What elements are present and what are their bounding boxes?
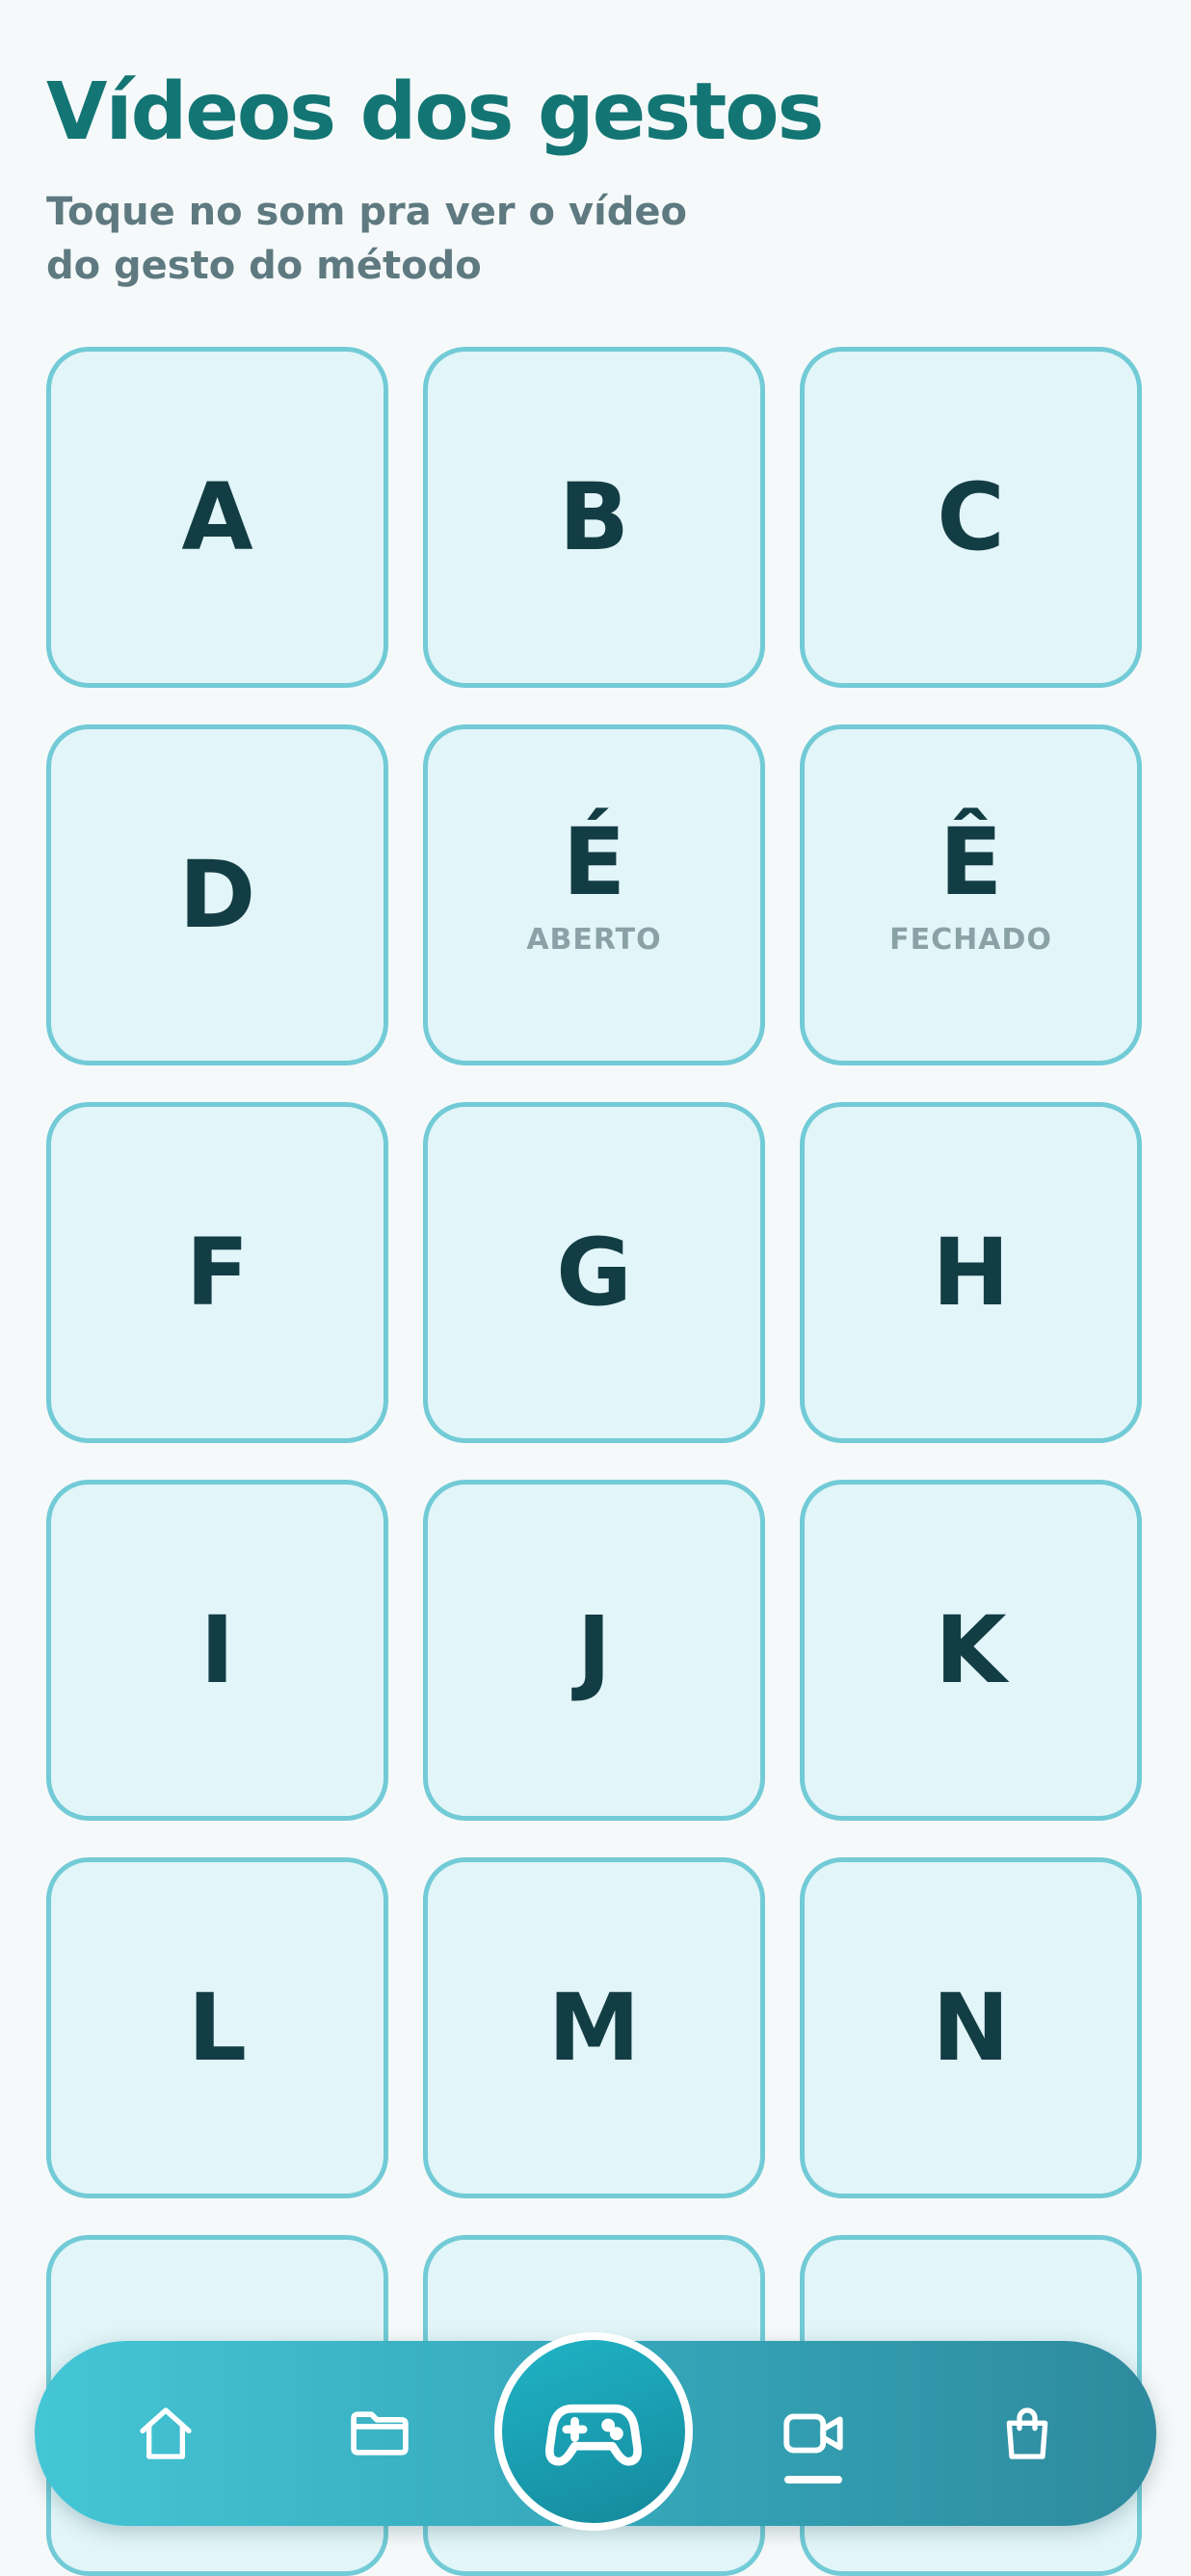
gesture-grid: A B C D É ABERTO Ê FECHADO F G H I J K L…: [46, 347, 1142, 2576]
tile-letter: G: [556, 1219, 632, 1327]
gesture-tile-10[interactable]: J: [423, 1480, 765, 1821]
nav-shop-button[interactable]: [996, 2403, 1058, 2464]
active-tab-indicator: [784, 2476, 842, 2484]
gesture-tile-8[interactable]: H: [800, 1102, 1142, 1443]
gesture-tile-9[interactable]: I: [46, 1480, 388, 1821]
gesture-tile-4[interactable]: É ABERTO: [423, 724, 765, 1065]
gesture-tile-0[interactable]: A: [46, 347, 388, 688]
tile-letter: L: [187, 1974, 248, 2082]
tile-letter: M: [547, 1974, 641, 2082]
gesture-tile-2[interactable]: C: [800, 347, 1142, 688]
tile-sublabel: FECHADO: [889, 923, 1052, 957]
page-title: Vídeos dos gestos: [46, 66, 824, 158]
tile-letter: N: [932, 1974, 1010, 2082]
gesture-tile-1[interactable]: B: [423, 347, 765, 688]
gesture-tile-3[interactable]: D: [46, 724, 388, 1065]
gesture-tile-12[interactable]: L: [46, 1857, 388, 2198]
tile-letter: H: [932, 1219, 1010, 1327]
tile-letter: K: [935, 1596, 1007, 1704]
gesture-tile-14[interactable]: N: [800, 1857, 1142, 2198]
home-icon: [140, 2407, 192, 2459]
tile-letter: I: [199, 1596, 235, 1704]
tile-letter: J: [576, 1596, 612, 1704]
tile-letter: É: [562, 808, 626, 916]
gesture-tile-11[interactable]: K: [800, 1480, 1142, 1821]
nav-games-button[interactable]: [494, 2332, 693, 2531]
gesture-tile-6[interactable]: F: [46, 1102, 388, 1443]
tile-letter: F: [185, 1219, 250, 1327]
tile-letter: B: [558, 463, 630, 571]
folder-icon: [351, 2411, 409, 2456]
tile-letter: A: [181, 463, 253, 571]
nav-folder-button[interactable]: [347, 2401, 412, 2466]
nav-home-button[interactable]: [135, 2403, 197, 2464]
gamepad-icon: [545, 2404, 642, 2466]
tile-sublabel: ABERTO: [526, 923, 662, 957]
video-camera-icon: [783, 2413, 843, 2454]
tile-letter: Ê: [939, 808, 1003, 916]
tile-letter: C: [937, 463, 1005, 571]
tile-letter: D: [178, 841, 256, 949]
page-subtitle: Toque no som pra ver o vídeo do gesto do…: [46, 190, 687, 288]
gesture-tile-7[interactable]: G: [423, 1102, 765, 1443]
gesture-tile-13[interactable]: M: [423, 1857, 765, 2198]
shopping-bag-icon: [1006, 2407, 1048, 2459]
gesture-tile-5[interactable]: Ê FECHADO: [800, 724, 1142, 1065]
nav-videos-button[interactable]: [780, 2400, 847, 2467]
